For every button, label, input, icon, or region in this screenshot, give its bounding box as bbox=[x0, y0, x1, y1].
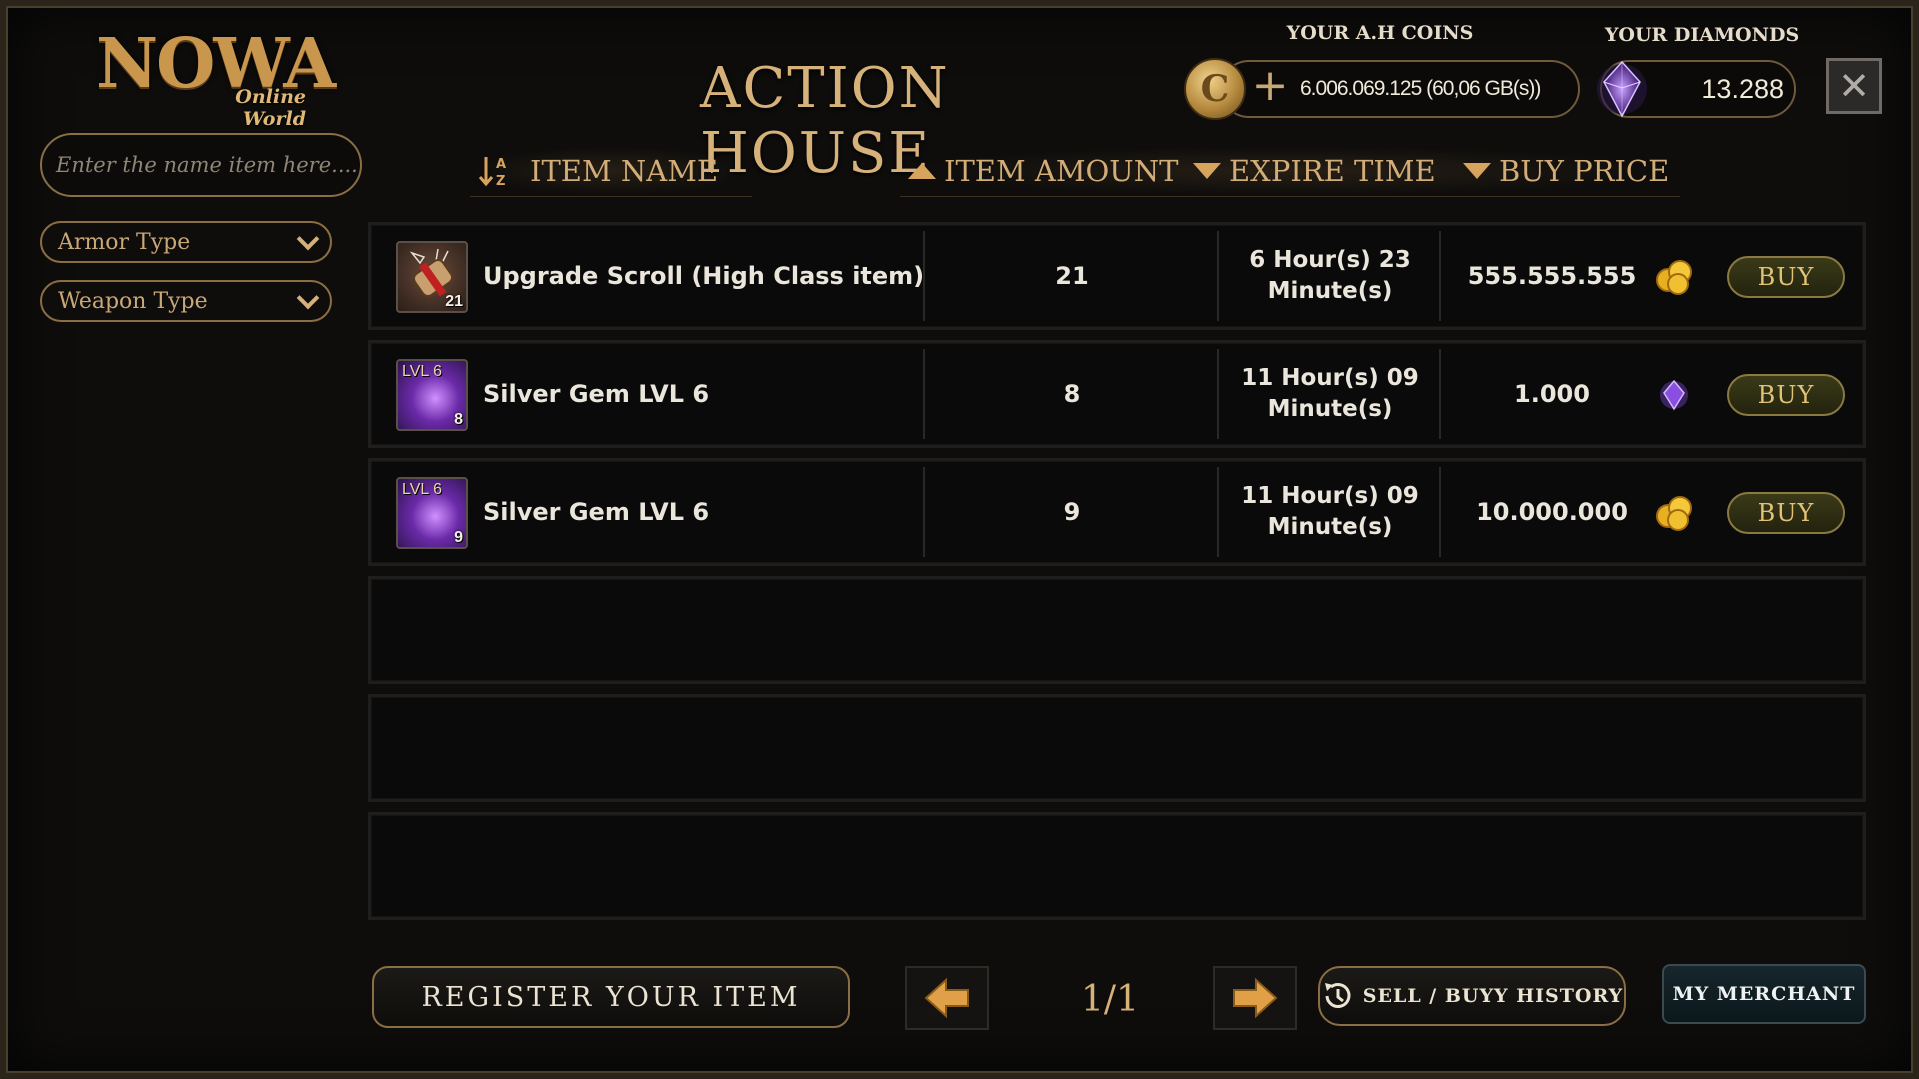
logo-subtitle: Online World bbox=[235, 86, 306, 130]
item-name: Upgrade Scroll (High Class item) bbox=[483, 262, 925, 290]
coins-icon bbox=[1656, 260, 1692, 295]
expire-time: 11 Hour(s) 09 Minute(s) bbox=[1220, 461, 1440, 563]
scroll-icon: 21 bbox=[396, 241, 468, 313]
diamonds-value: 13.288 bbox=[1701, 74, 1784, 104]
my-merchant-button[interactable]: MY MERCHANT bbox=[1662, 964, 1866, 1024]
item-amount: 8 bbox=[1063, 380, 1081, 408]
buy-button[interactable]: BUY bbox=[1727, 256, 1845, 298]
column-divider bbox=[923, 231, 925, 321]
search-input[interactable]: Enter the name item here.... bbox=[40, 133, 362, 197]
coins-label: YOUR A.H COINS bbox=[1286, 22, 1474, 44]
add-coins-button[interactable]: + bbox=[1250, 64, 1290, 108]
quantity-badge: 21 bbox=[445, 293, 463, 310]
column-divider bbox=[923, 349, 925, 439]
level-badge: LVL 6 bbox=[402, 363, 443, 380]
header-expire-time-label: EXPIRE TIME bbox=[1229, 154, 1436, 188]
next-page-button[interactable] bbox=[1213, 966, 1297, 1030]
prev-page-button[interactable] bbox=[905, 966, 989, 1030]
header-expire-time[interactable]: EXPIRE TIME bbox=[1193, 146, 1436, 196]
sort-az-icon: A Z bbox=[478, 157, 506, 189]
close-icon: ✕ bbox=[1838, 64, 1870, 108]
header-item-amount[interactable]: ITEM AMOUNT bbox=[908, 146, 1178, 196]
empty-row bbox=[368, 812, 1866, 920]
column-divider bbox=[1217, 349, 1219, 439]
coin-icon: C bbox=[1184, 58, 1246, 120]
expire-line2: Minute(s) bbox=[1267, 514, 1393, 540]
gem-icon: LVL 6 9 bbox=[396, 477, 468, 549]
column-divider bbox=[1439, 467, 1441, 557]
expire-time: 6 Hour(s) 23 Minute(s) bbox=[1220, 225, 1440, 327]
svg-text:Z: Z bbox=[496, 174, 505, 189]
page-indicator: 1/1 bbox=[1081, 979, 1139, 1020]
column-divider bbox=[1439, 349, 1441, 439]
arrow-right-icon bbox=[1233, 977, 1278, 1019]
expire-line1: 6 Hour(s) 23 bbox=[1249, 247, 1411, 273]
diamond-icon bbox=[1660, 379, 1688, 411]
column-divider bbox=[923, 467, 925, 557]
chevron-down-icon bbox=[296, 227, 320, 251]
armor-type-label: Armor Type bbox=[58, 229, 191, 255]
sort-up-icon bbox=[908, 163, 936, 179]
register-item-button[interactable]: REGISTER YOUR ITEM bbox=[372, 966, 850, 1028]
coins-value: 6.006.069.125 (60,06 GB(s)) bbox=[1300, 77, 1541, 100]
svg-text:A: A bbox=[496, 157, 506, 172]
expire-line2: Minute(s) bbox=[1267, 278, 1393, 304]
empty-row bbox=[368, 694, 1866, 802]
quantity-badge: 9 bbox=[454, 529, 463, 546]
buy-price: 1.000 bbox=[1514, 380, 1590, 408]
table-row[interactable]: 21 Upgrade Scroll (High Class item) 21 6… bbox=[368, 222, 1866, 330]
coins-icon bbox=[1656, 496, 1692, 531]
item-amount: 9 bbox=[1063, 498, 1081, 526]
armor-type-dropdown[interactable]: Armor Type bbox=[40, 221, 332, 263]
history-button[interactable]: SELL / BUYY HISTORY bbox=[1318, 966, 1626, 1026]
quantity-badge: 8 bbox=[454, 411, 463, 428]
weapon-type-dropdown[interactable]: Weapon Type bbox=[40, 280, 332, 322]
empty-row bbox=[368, 576, 1866, 684]
expire-line1: 11 Hour(s) 09 bbox=[1241, 365, 1419, 391]
table-row[interactable]: LVL 6 9 Silver Gem LVL 6 9 11 Hour(s) 09… bbox=[368, 458, 1866, 566]
close-button[interactable]: ✕ bbox=[1826, 58, 1882, 114]
column-divider bbox=[1217, 467, 1219, 557]
sort-down-icon bbox=[1193, 163, 1221, 179]
level-badge: LVL 6 bbox=[402, 481, 443, 498]
expire-line2: Minute(s) bbox=[1267, 396, 1393, 422]
buy-button[interactable]: BUY bbox=[1727, 374, 1845, 416]
buy-price: 555.555.555 bbox=[1467, 262, 1637, 290]
arrow-left-icon bbox=[924, 977, 969, 1019]
header-item-name-label: ITEM NAME bbox=[530, 154, 719, 188]
header-buy-price[interactable]: BUY PRICE bbox=[1463, 146, 1669, 196]
history-icon bbox=[1324, 983, 1351, 1008]
column-divider bbox=[1439, 231, 1441, 321]
header-buy-price-label: BUY PRICE bbox=[1499, 154, 1670, 188]
diamonds-label: YOUR DIAMONDS bbox=[1604, 24, 1800, 46]
diamond-icon bbox=[1597, 60, 1647, 118]
buy-button[interactable]: BUY bbox=[1727, 492, 1845, 534]
header-item-name[interactable]: A Z ITEM NAME bbox=[478, 146, 718, 196]
expire-time: 11 Hour(s) 09 Minute(s) bbox=[1220, 343, 1440, 445]
game-logo: NOWA Online World bbox=[96, 24, 336, 130]
sort-down-icon bbox=[1463, 163, 1491, 179]
header-item-amount-label: ITEM AMOUNT bbox=[944, 154, 1179, 188]
expire-line1: 11 Hour(s) 09 bbox=[1241, 483, 1419, 509]
chevron-down-icon bbox=[296, 286, 320, 310]
table-row[interactable]: LVL 6 8 Silver Gem LVL 6 8 11 Hour(s) 09… bbox=[368, 340, 1866, 448]
weapon-type-label: Weapon Type bbox=[58, 288, 208, 314]
buy-price: 10.000.000 bbox=[1476, 498, 1628, 526]
column-divider bbox=[1217, 231, 1219, 321]
gem-icon: LVL 6 8 bbox=[396, 359, 468, 431]
page-title: ACTION HOUSE bbox=[700, 56, 950, 186]
history-label: SELL / BUYY HISTORY bbox=[1362, 985, 1624, 1007]
item-name: Silver Gem LVL 6 bbox=[483, 380, 710, 408]
item-name: Silver Gem LVL 6 bbox=[483, 498, 710, 526]
item-amount: 21 bbox=[1055, 262, 1089, 290]
